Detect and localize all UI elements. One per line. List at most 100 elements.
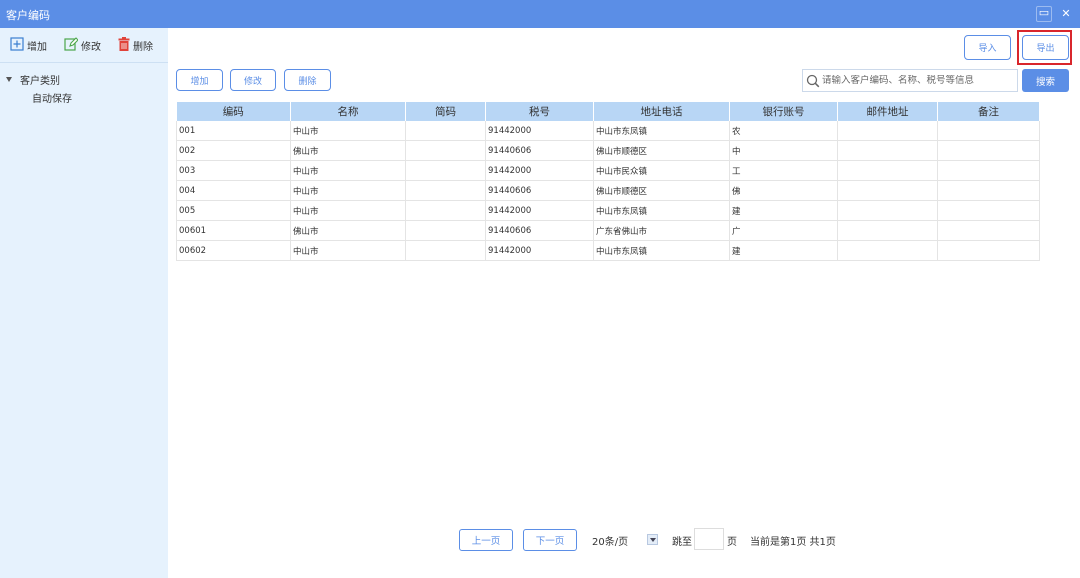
cell-remark — [937, 240, 1040, 261]
page-unit-label: 页 — [727, 537, 737, 548]
cell-taxid: 91440606 — [485, 180, 594, 201]
table-row[interactable]: 002 佛山市 91440606 佛山市顺德区 中 — [176, 140, 1040, 161]
cell-code: 00602 — [176, 240, 291, 261]
cell-taxid: 91440606 — [485, 140, 594, 161]
cell-name: 中山市 — [290, 160, 406, 181]
column-header[interactable]: 税号 — [485, 102, 594, 121]
cell-name: 佛山市 — [290, 220, 406, 241]
cell-shortcode — [405, 200, 486, 221]
cell-address-phone: 佛山市顺德区 — [593, 140, 730, 161]
cell-name: 佛山市 — [290, 140, 406, 161]
cell-bank-account: 建 — [729, 240, 838, 261]
cell-shortcode — [405, 180, 486, 201]
tree-node-label: 客户类别 — [20, 75, 60, 87]
edit-button[interactable]: 修改 — [230, 69, 276, 91]
cell-name: 中山市 — [290, 240, 406, 261]
cell-code: 001 — [176, 121, 291, 141]
plus-square-icon — [10, 36, 24, 54]
sidebar-delete-button[interactable]: 删除 — [118, 36, 153, 54]
column-header[interactable]: 备注 — [937, 102, 1040, 121]
cell-email — [837, 240, 938, 261]
cell-name: 中山市 — [290, 121, 406, 141]
table-row[interactable]: 005 中山市 91442000 中山市东凤镇 建 — [176, 200, 1040, 221]
pagination: 上一页 下一页 20条/页 跳至 页 当前是第1页 共1页 — [0, 528, 1080, 552]
column-header[interactable]: 编码 — [176, 102, 291, 121]
sidebar-toolbar: 增加 修改 删除 — [0, 28, 168, 63]
cell-taxid: 91440606 — [485, 220, 594, 241]
cell-shortcode — [405, 140, 486, 161]
table-header-row: 编码 名称 简码 税号 地址电话 银行账号 邮件地址 备注 — [176, 102, 1040, 121]
cell-address-phone: 广东省佛山市 — [593, 220, 730, 241]
column-header[interactable]: 银行账号 — [729, 102, 838, 121]
cell-address-phone: 中山市东凤镇 — [593, 200, 730, 221]
column-header[interactable]: 地址电话 — [593, 102, 730, 121]
cell-email — [837, 121, 938, 141]
cell-address-phone: 中山市民众镇 — [593, 160, 730, 181]
cell-remark — [937, 160, 1040, 181]
sidebar-add-label: 增加 — [27, 41, 47, 53]
cell-code: 005 — [176, 200, 291, 221]
caret-down-icon[interactable] — [6, 76, 12, 82]
cell-code: 004 — [176, 180, 291, 201]
cell-taxid: 91442000 — [485, 121, 594, 141]
cell-name: 中山市 — [290, 180, 406, 201]
customer-table: 编码 名称 简码 税号 地址电话 银行账号 邮件地址 备注 001 中山市 91… — [176, 102, 1040, 261]
column-header[interactable]: 简码 — [405, 102, 486, 121]
import-button[interactable]: 导入 — [964, 35, 1011, 60]
cell-remark — [937, 200, 1040, 221]
cell-bank-account: 建 — [729, 200, 838, 221]
table-row[interactable]: 00602 中山市 91442000 中山市东凤镇 建 — [176, 240, 1040, 261]
jump-page-input[interactable] — [694, 528, 724, 550]
cell-email — [837, 180, 938, 201]
cell-remark — [937, 180, 1040, 201]
title-bar: 客户编码 ▭ ✕ — [0, 0, 1080, 28]
search-input[interactable] — [820, 75, 1012, 86]
export-highlight-box — [1017, 30, 1072, 65]
trash-icon — [118, 36, 130, 54]
tree-node-auto-save[interactable]: 自动保存 — [6, 88, 72, 106]
page-status: 当前是第1页 共1页 — [750, 537, 836, 548]
cell-remark — [937, 140, 1040, 161]
sidebar-edit-label: 修改 — [81, 41, 101, 53]
chevron-down-icon[interactable] — [647, 534, 658, 545]
cell-bank-account: 工 — [729, 160, 838, 181]
close-button[interactable]: ✕ — [1058, 6, 1074, 22]
tree-node-label: 自动保存 — [32, 93, 72, 105]
table-row[interactable]: 003 中山市 91442000 中山市民众镇 工 — [176, 160, 1040, 181]
sidebar-edit-button[interactable]: 修改 — [64, 36, 101, 54]
prev-page-button[interactable]: 上一页 — [459, 529, 513, 551]
table-row[interactable]: 001 中山市 91442000 中山市东凤镇 农 — [176, 121, 1040, 141]
category-tree: 客户类别 自动保存 — [6, 70, 72, 106]
cell-address-phone: 中山市东凤镇 — [593, 240, 730, 261]
cell-bank-account: 广 — [729, 220, 838, 241]
search-icon — [806, 74, 820, 88]
cell-bank-account: 中 — [729, 140, 838, 161]
cell-address-phone: 佛山市顺德区 — [593, 180, 730, 201]
cell-code: 002 — [176, 140, 291, 161]
sidebar-delete-label: 删除 — [133, 41, 153, 53]
column-header[interactable]: 邮件地址 — [837, 102, 938, 121]
edit-icon — [64, 36, 79, 54]
table-row[interactable]: 00601 佛山市 91440606 广东省佛山市 广 — [176, 220, 1040, 241]
column-header[interactable]: 名称 — [290, 102, 406, 121]
sidebar-add-button[interactable]: 增加 — [10, 36, 47, 54]
cell-shortcode — [405, 220, 486, 241]
cell-email — [837, 200, 938, 221]
cell-email — [837, 220, 938, 241]
tree-node-customer-category[interactable]: 客户类别 — [6, 70, 72, 88]
add-button[interactable]: 增加 — [176, 69, 223, 91]
cell-remark — [937, 220, 1040, 241]
per-page-select[interactable]: 20条/页 — [592, 533, 628, 548]
table-row[interactable]: 004 中山市 91440606 佛山市顺德区 佛 — [176, 180, 1040, 201]
minimize-button[interactable]: ▭ — [1036, 6, 1052, 22]
cell-shortcode — [405, 121, 486, 141]
cell-remark — [937, 121, 1040, 141]
window-title: 客户编码 — [6, 9, 50, 22]
search-button[interactable]: 搜索 — [1022, 69, 1069, 92]
delete-button[interactable]: 删除 — [284, 69, 331, 91]
cell-taxid: 91442000 — [485, 160, 594, 181]
next-page-button[interactable]: 下一页 — [523, 529, 577, 551]
cell-code: 003 — [176, 160, 291, 181]
jump-label: 跳至 — [672, 537, 692, 548]
cell-taxid: 91442000 — [485, 240, 594, 261]
